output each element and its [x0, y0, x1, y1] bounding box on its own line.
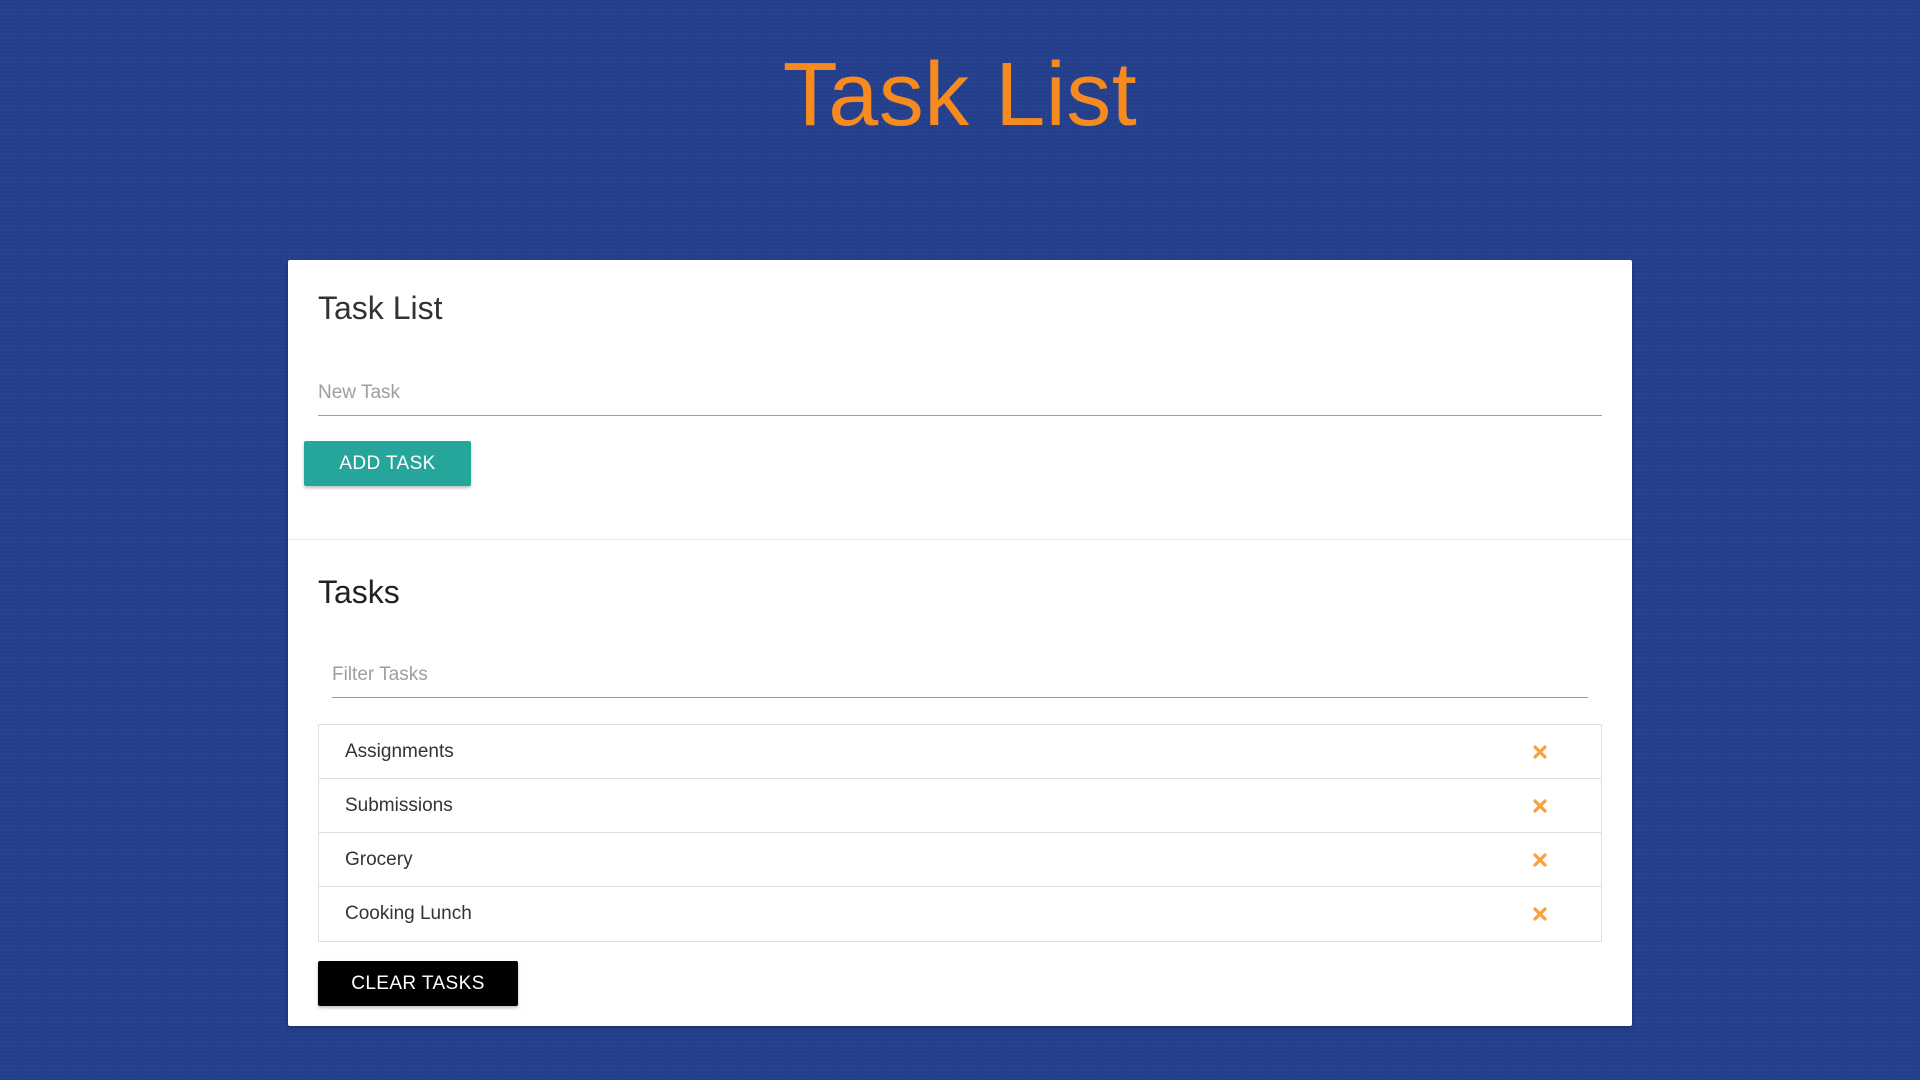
filter-tasks-input[interactable] — [332, 652, 1588, 698]
delete-task-icon[interactable] — [1533, 744, 1547, 759]
task-list: Assignments Submissions Grocery Cooking … — [318, 724, 1602, 942]
tasks-heading: Tasks — [318, 574, 400, 610]
task-label: Submissions — [345, 794, 453, 816]
add-task-section: Task List ADD TASK — [288, 260, 1632, 540]
delete-task-icon[interactable] — [1533, 852, 1547, 867]
clear-tasks-button[interactable]: CLEAR TASKS — [318, 961, 518, 1006]
task-label: Grocery — [345, 848, 413, 870]
task-card: Task List ADD TASK Tasks Assignments Sub… — [288, 260, 1632, 1026]
card-title: Task List — [318, 290, 443, 326]
new-task-input[interactable] — [318, 370, 1602, 416]
page-title: Task List — [782, 45, 1138, 145]
task-item: Submissions — [319, 779, 1601, 833]
task-item: Grocery — [319, 833, 1601, 887]
delete-task-icon[interactable] — [1533, 798, 1547, 813]
task-item: Cooking Lunch — [319, 887, 1601, 941]
add-task-button[interactable]: ADD TASK — [304, 441, 471, 486]
task-item: Assignments — [319, 725, 1601, 779]
delete-task-icon[interactable] — [1533, 907, 1547, 921]
task-label: Assignments — [345, 740, 454, 762]
task-label: Cooking Lunch — [345, 903, 472, 924]
